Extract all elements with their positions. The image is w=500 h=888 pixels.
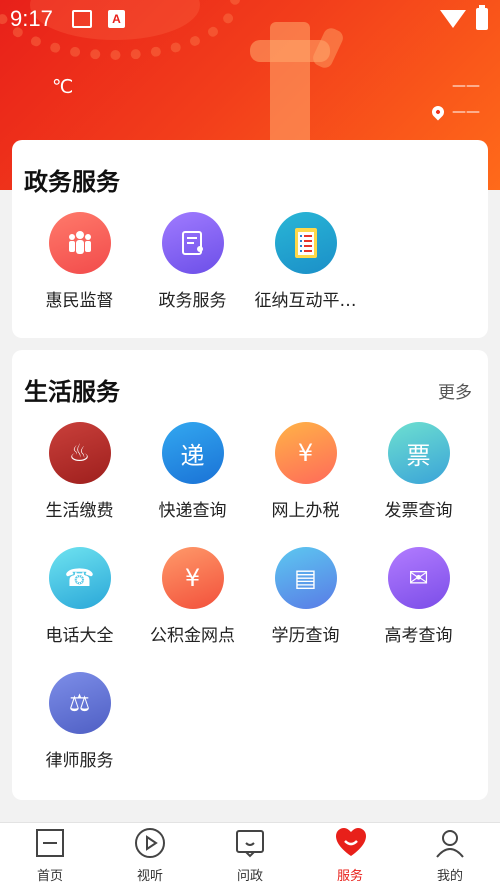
service-item-label: 电话大全	[45, 626, 114, 646]
house-yen-icon: ¥	[161, 547, 224, 609]
scales-icon: ⚖	[48, 672, 111, 734]
tab-heart[interactable]: 服务	[300, 827, 400, 884]
document-icon	[161, 212, 224, 274]
tab-label: 问政	[236, 869, 263, 884]
service-item-label: 高考查询	[384, 626, 453, 646]
id-card-icon: ▤	[274, 547, 337, 609]
service-item-label: 律师服务	[45, 751, 114, 771]
battery-icon	[476, 5, 488, 30]
service-item-label: 惠民监督	[45, 291, 114, 311]
play-icon	[134, 827, 166, 859]
tab-play[interactable]: 视听	[100, 827, 200, 884]
service-item-label: 政务服务	[158, 291, 227, 311]
gallery-notification-icon	[72, 10, 92, 28]
icon-glyph: ¥	[297, 439, 314, 467]
service-item-label: 公积金网点	[150, 626, 235, 646]
tab-label: 我的	[436, 869, 463, 884]
chat-icon	[234, 827, 266, 859]
gov-services-title: 政务服务	[24, 168, 120, 196]
service-item[interactable]: ¥ 网上办税	[249, 422, 362, 521]
status-time: 9:17	[10, 6, 53, 31]
icon-glyph: ✉	[408, 564, 429, 592]
icon-glyph: ⚖	[68, 689, 91, 717]
service-item[interactable]: 征纳互动平…	[249, 212, 362, 311]
tab-label: 首页	[36, 869, 63, 884]
phone-book-icon: ☎	[48, 547, 111, 609]
location-row[interactable]: ——	[429, 103, 480, 121]
service-item-label: 网上办税	[271, 501, 340, 521]
location-pin-icon	[429, 103, 447, 121]
service-item-label: 征纳互动平…	[254, 291, 357, 311]
profile-icon	[434, 827, 466, 859]
app-notification-icon: A	[108, 10, 125, 28]
life-services-title: 生活服务	[24, 378, 120, 406]
ticket-icon: ¥	[274, 422, 337, 484]
life-services-card: 生活服务 更多 ♨ 生活缴费 递快递查询 ¥ 网上办税 票发票查询 ☎ 电话大全 ¥ 公积金网点 ▤…	[12, 350, 488, 800]
icon-glyph: ¥	[184, 564, 201, 592]
tab-home[interactable]: 首页	[0, 827, 100, 884]
icon-glyph: ☎	[64, 564, 95, 592]
envelope-icon: ✉	[387, 547, 450, 609]
icon-glyph: 递	[180, 441, 205, 470]
service-item[interactable]: ▤ 学历查询	[249, 547, 362, 646]
icon-glyph: 票	[406, 441, 431, 470]
service-item[interactable]: 政务服务	[136, 212, 249, 311]
service-item[interactable]: 惠民监督	[23, 212, 136, 311]
service-item[interactable]: ♨ 生活缴费	[23, 422, 136, 521]
wifi-icon	[440, 10, 466, 28]
service-item[interactable]: ⚖ 律师服务	[23, 672, 136, 771]
service-item[interactable]: ☎ 电话大全	[23, 547, 136, 646]
tab-profile[interactable]: 我的	[400, 827, 500, 884]
tab-label: 服务	[336, 869, 363, 884]
service-item-label: 发票查询	[384, 501, 453, 521]
service-item[interactable]: 递快递查询	[136, 422, 249, 521]
icon-glyph: ♨	[68, 439, 91, 467]
people-icon	[48, 212, 111, 274]
service-item-label: 生活缴费	[45, 501, 114, 521]
checklist-icon	[274, 212, 337, 274]
heart-icon	[334, 827, 366, 859]
location-text: ——	[452, 104, 480, 120]
home-icon	[34, 827, 66, 859]
service-item-label: 快递查询	[158, 501, 227, 521]
more-link[interactable]: 更多	[438, 378, 472, 403]
service-item[interactable]: 票发票查询	[362, 422, 475, 521]
icon-glyph: ▤	[294, 564, 317, 592]
status-bar: 9:17 A	[0, 0, 500, 40]
fire-icon: ♨	[48, 422, 111, 484]
search-express-icon: 递	[161, 422, 224, 484]
service-item-label: 学历查询	[271, 626, 340, 646]
service-item[interactable]: ✉ 高考查询	[362, 547, 475, 646]
weather-summary: ——	[452, 78, 480, 94]
bottom-tab-bar: 首页 视听 问政 服务 我的	[0, 822, 500, 888]
tab-chat[interactable]: 问政	[200, 827, 300, 884]
tab-label: 视听	[136, 869, 163, 884]
search-invoice-icon: 票	[387, 422, 450, 484]
service-item[interactable]: ¥ 公积金网点	[136, 547, 249, 646]
gov-services-card: 政务服务 惠民监督 政务服务 征纳互动平…	[12, 140, 488, 338]
temperature-unit: ℃	[52, 76, 74, 98]
